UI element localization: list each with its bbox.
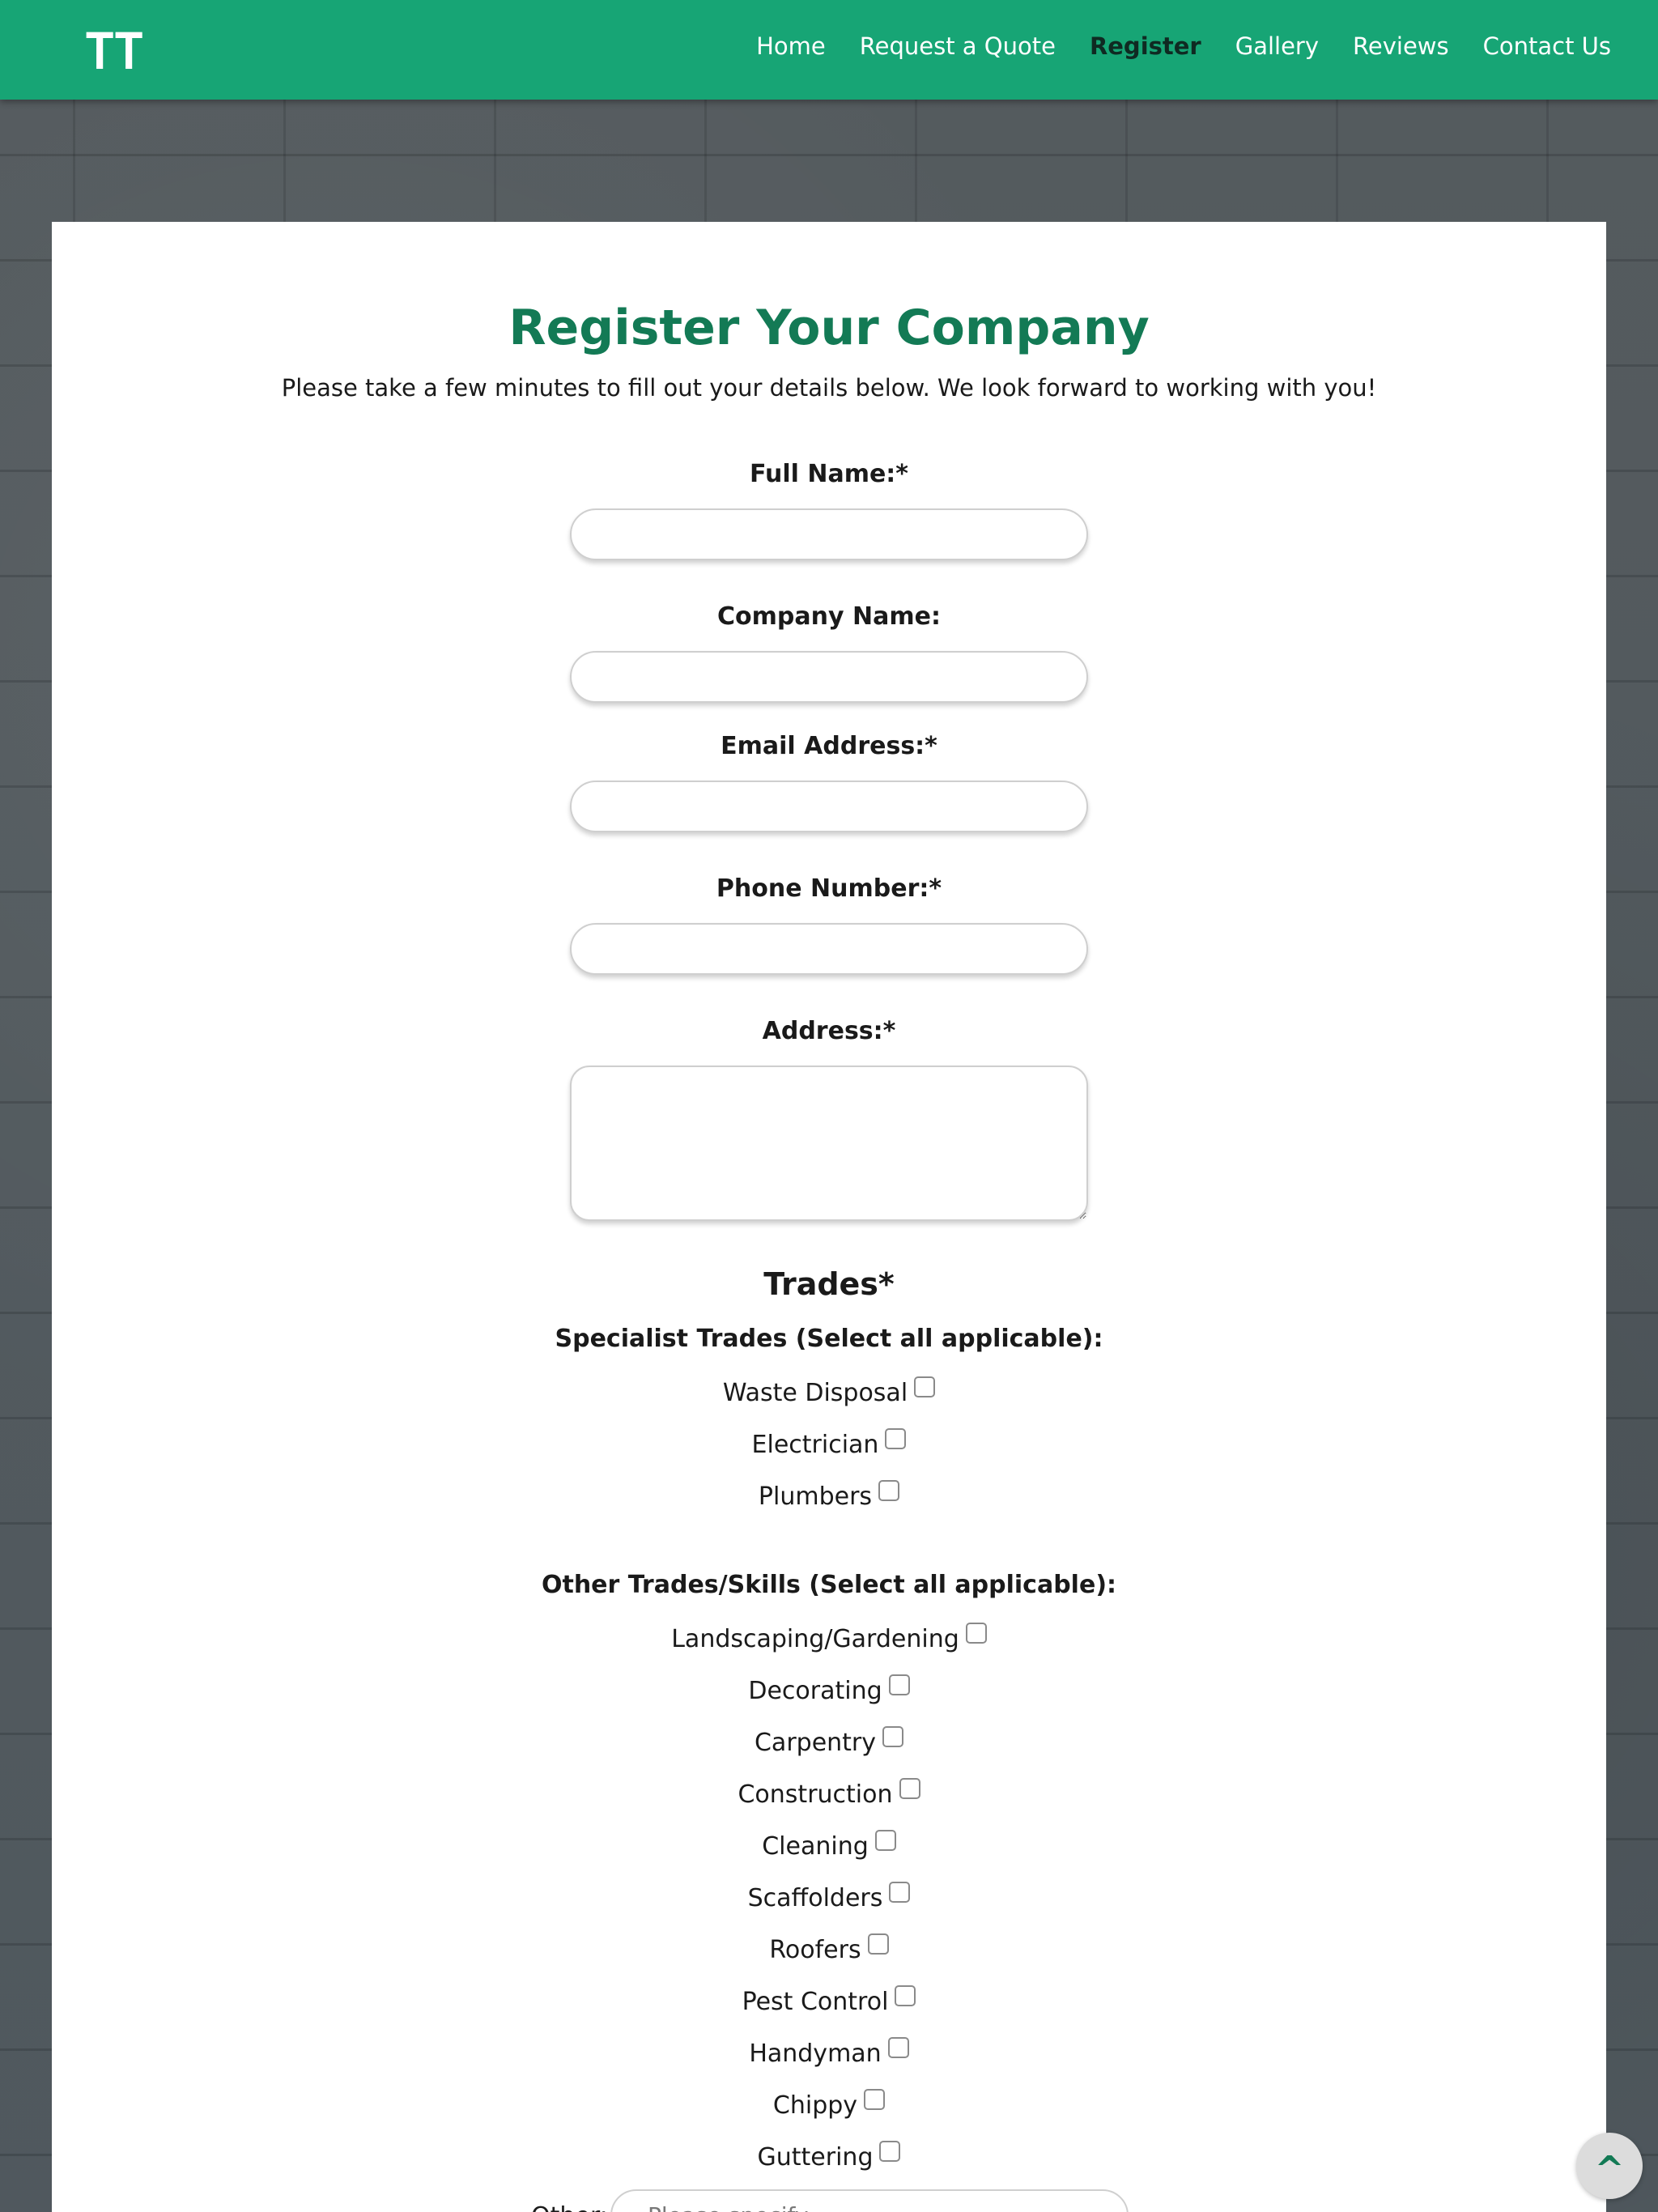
construction-checkbox[interactable] (899, 1778, 920, 1799)
trade-option-label: Landscaping/Gardening (671, 1625, 959, 1653)
full-name-input[interactable] (570, 508, 1088, 560)
trade-option: Chippy (52, 2089, 1606, 2120)
nav-reviews[interactable]: Reviews (1353, 32, 1449, 60)
navbar: TT Home Request a Quote Register Gallery… (0, 0, 1658, 100)
scaffolders-checkbox[interactable] (889, 1882, 911, 1903)
trade-option: Carpentry (52, 1726, 1606, 1757)
trades-heading: Trades* (763, 1266, 895, 1302)
nav-contact-us[interactable]: Contact Us (1483, 32, 1611, 60)
trade-option-label: Carpentry (754, 1729, 877, 1757)
pest-control-checkbox[interactable] (895, 1985, 916, 2006)
company-name-label: Company Name: (717, 602, 941, 631)
trade-option-label: Guttering (757, 2143, 874, 2172)
trade-option-label: Decorating (748, 1677, 882, 1705)
nav-gallery[interactable]: Gallery (1235, 32, 1319, 60)
email-input[interactable] (570, 781, 1088, 832)
trade-option: Guttering (52, 2141, 1606, 2172)
address-textarea[interactable] (570, 1066, 1088, 1221)
main-nav: Home Request a Quote Register Gallery Re… (722, 32, 1611, 60)
trade-option-label: Handyman (749, 2040, 882, 2068)
other-trade-input[interactable] (610, 2189, 1129, 2212)
company-name-input[interactable] (570, 651, 1088, 703)
trade-option: Waste Disposal (52, 1376, 1606, 1407)
address-label: Address:* (762, 1017, 896, 1045)
trade-option: Construction (52, 1778, 1606, 1809)
caret-up-icon: ^ (1594, 2149, 1625, 2190)
trade-option: Electrician (52, 1428, 1606, 1459)
trade-option: Decorating (52, 1674, 1606, 1705)
page-subtitle: Please take a few minutes to fill out yo… (281, 374, 1377, 402)
trade-option: Handyman (52, 2037, 1606, 2068)
trade-option: Roofers (52, 1933, 1606, 1964)
handyman-checkbox[interactable] (887, 2037, 909, 2058)
email-label: Email Address:* (721, 732, 937, 760)
full-name-label: Full Name:* (749, 460, 908, 488)
waste-disposal-checkbox[interactable] (914, 1376, 936, 1397)
carpentry-checkbox[interactable] (882, 1726, 904, 1747)
page-title: Register Your Company (508, 300, 1150, 356)
trade-option: Landscaping/Gardening (52, 1623, 1606, 1653)
specialist-trades-heading: Specialist Trades (Select all applicable… (555, 1325, 1103, 1353)
trade-option-label: Chippy (772, 2091, 858, 2120)
nav-home[interactable]: Home (756, 32, 826, 60)
other-trade-label: Other: (531, 2202, 608, 2212)
phone-input[interactable] (570, 923, 1088, 975)
plumbers-checkbox[interactable] (878, 1480, 900, 1501)
trade-option: Pest Control (52, 1985, 1606, 2016)
roofers-checkbox[interactable] (867, 1933, 889, 1955)
trade-option-label: Waste Disposal (722, 1379, 908, 1407)
trade-option: Scaffolders (52, 1882, 1606, 1912)
nav-request-quote[interactable]: Request a Quote (860, 32, 1056, 60)
other-trades-heading: Other Trades/Skills (Select all applicab… (541, 1571, 1117, 1599)
electrician-checkbox[interactable] (885, 1428, 907, 1449)
site-logo[interactable]: TT (86, 19, 144, 81)
trade-option: Cleaning (52, 1830, 1606, 1861)
trade-option-label: Plumbers (758, 1482, 873, 1511)
nav-register[interactable]: Register (1090, 32, 1201, 60)
trade-option-label: Construction (738, 1780, 893, 1809)
trade-option: Plumbers (52, 1480, 1606, 1511)
decorating-checkbox[interactable] (888, 1674, 910, 1695)
landscaping-checkbox[interactable] (965, 1623, 987, 1644)
cleaning-checkbox[interactable] (874, 1830, 896, 1851)
chippy-checkbox[interactable] (864, 2089, 886, 2110)
trade-option-label: Pest Control (742, 1988, 889, 2016)
trade-option-label: Electrician (751, 1431, 879, 1459)
trade-option-label: Roofers (769, 1936, 861, 1964)
scroll-to-top-button[interactable]: ^ (1576, 2133, 1643, 2199)
phone-label: Phone Number:* (716, 874, 942, 903)
guttering-checkbox[interactable] (879, 2141, 901, 2162)
registration-card: Register Your Company Please take a few … (52, 222, 1606, 2212)
trade-option-label: Scaffolders (747, 1884, 883, 1912)
trade-option-label: Cleaning (762, 1832, 869, 1861)
